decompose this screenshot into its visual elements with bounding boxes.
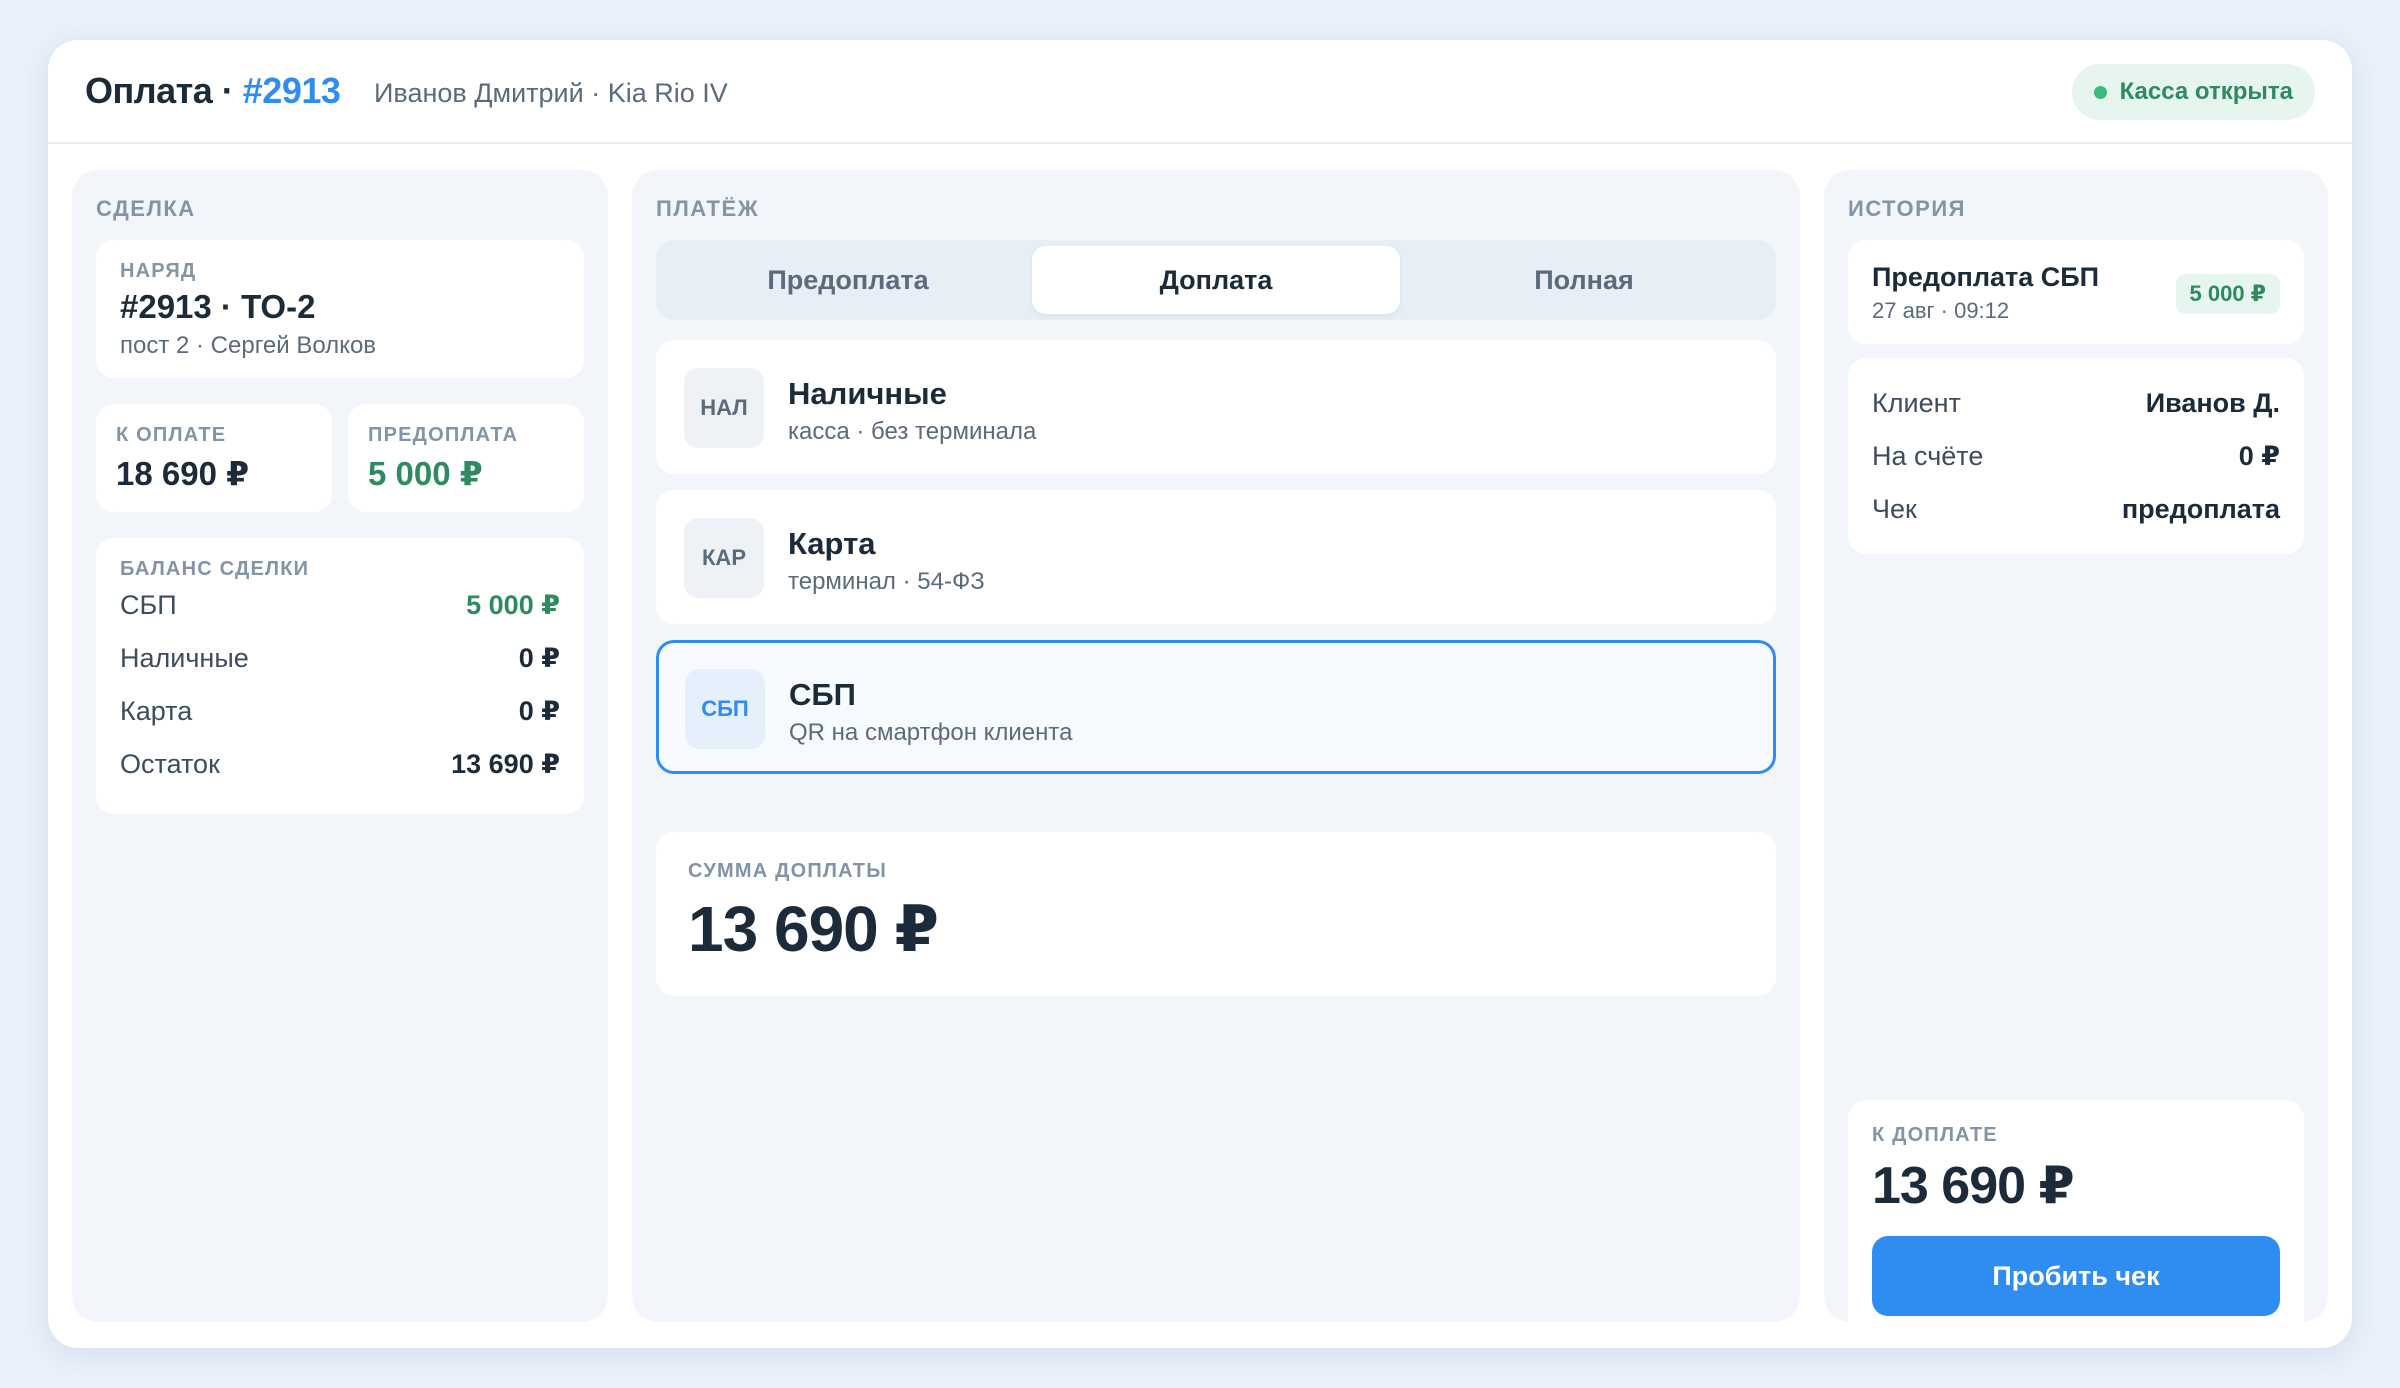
info-row-value: предоплата bbox=[2121, 494, 2280, 524]
sbp-badge-icon: СБП bbox=[685, 669, 765, 749]
cash-badge-icon: НАЛ bbox=[684, 368, 764, 448]
history-entry-amount-badge: 5 000 ₽ bbox=[2175, 274, 2280, 314]
tab-surcharge[interactable]: Доплата bbox=[1032, 246, 1400, 314]
method-title: СБП bbox=[789, 677, 856, 712]
deal-balance-card: БАЛАНС СДЕЛКИ СБП 5 000 ₽ Наличные 0 ₽ К… bbox=[96, 538, 584, 814]
deal-panel: СДЕЛКА НАРЯД #2913 · ТО-2 пост 2 · Серге… bbox=[72, 170, 608, 1322]
due-value: 13 690 ₽ bbox=[1872, 1157, 2075, 1215]
method-subtitle: касса · без терминала bbox=[788, 418, 1037, 445]
info-row-value: 0 ₽ bbox=[2238, 441, 2280, 471]
info-row: Клиент Иванов Д. bbox=[1872, 388, 2280, 428]
history-entry[interactable]: Предоплата СБП 27 авг · 09:12 5 000 ₽ bbox=[1848, 240, 2304, 344]
balance-row: Наличные 0 ₽ bbox=[120, 643, 560, 683]
payment-panel: ПЛАТЁЖ Предоплата Доплата Полная НАЛ Нал… bbox=[632, 170, 1800, 1322]
balance-row-value: 0 ₽ bbox=[518, 696, 560, 726]
to-pay-card: К ОПЛАТЕ 18 690 ₽ bbox=[96, 404, 332, 512]
balance-row-value: 0 ₽ bbox=[518, 643, 560, 673]
balance-row: СБП 5 000 ₽ bbox=[120, 590, 560, 630]
balance-row-key: Наличные bbox=[120, 643, 249, 673]
info-row: Чек предоплата bbox=[1872, 494, 2280, 534]
payment-type-tabs: Предоплата Доплата Полная bbox=[656, 240, 1776, 320]
method-card[interactable]: КАР Карта терминал · 54-ФЗ bbox=[656, 490, 1776, 624]
info-row-key: Чек bbox=[1872, 494, 1917, 524]
surcharge-amount-label: СУММА ДОПЛАТЫ bbox=[688, 860, 887, 882]
info-row-key: На счёте bbox=[1872, 441, 1984, 471]
due-label: К ДОПЛАТЕ bbox=[1872, 1124, 1998, 1146]
surcharge-amount-card: СУММА ДОПЛАТЫ 13 690 ₽ bbox=[656, 832, 1776, 996]
surcharge-amount-value: 13 690 ₽ bbox=[688, 893, 939, 965]
balance-row-key: СБП bbox=[120, 590, 177, 620]
method-title: Наличные bbox=[788, 376, 947, 411]
balance-label: БАЛАНС СДЕЛКИ bbox=[120, 558, 310, 580]
history-entry-title: Предоплата СБП bbox=[1872, 262, 2100, 292]
to-pay-value: 18 690 ₽ bbox=[116, 455, 250, 492]
tab-prepayment[interactable]: Предоплата bbox=[664, 246, 1032, 314]
order-label: НАРЯД bbox=[120, 260, 197, 282]
balance-row: Карта 0 ₽ bbox=[120, 696, 560, 736]
register-status-badge: Касса открыта bbox=[2071, 64, 2315, 120]
prepaid-label: ПРЕДОПЛАТА bbox=[368, 424, 519, 446]
page-title: Оплата · #2913 bbox=[85, 70, 341, 112]
due-summary-card: К ДОПЛАТЕ 13 690 ₽ Пробить чек bbox=[1848, 1100, 2304, 1342]
method-cash[interactable]: НАЛ Наличные касса · без терминала bbox=[656, 340, 1776, 474]
method-subtitle: терминал · 54-ФЗ bbox=[788, 568, 985, 595]
prepaid-value: 5 000 ₽ bbox=[368, 455, 483, 492]
page-title-prefix: Оплата · bbox=[85, 70, 243, 111]
history-panel: ИСТОРИЯ Предоплата СБП 27 авг · 09:12 5 … bbox=[1824, 170, 2328, 1342]
info-row-key: Клиент bbox=[1872, 388, 1961, 418]
client-info-card: Клиент Иванов Д. На счёте 0 ₽ Чек предоп… bbox=[1848, 358, 2304, 554]
balance-row-value: 13 690 ₽ bbox=[451, 749, 560, 779]
register-status-label: Касса открыта bbox=[2119, 78, 2293, 105]
history-panel-title: ИСТОРИЯ bbox=[1848, 196, 1966, 221]
header: Оплата · #2913 Иванов Дмитрий · Kia Rio … bbox=[48, 40, 2352, 144]
method-sbp[interactable]: СБП СБП QR на смартфон клиента bbox=[656, 640, 1776, 774]
order-number-link[interactable]: #2913 bbox=[243, 70, 341, 111]
payment-window: Оплата · #2913 Иванов Дмитрий · Kia Rio … bbox=[48, 40, 2352, 1348]
method-subtitle: QR на смартфон клиента bbox=[789, 719, 1073, 746]
balance-row-key: Карта bbox=[120, 696, 193, 726]
status-dot-icon bbox=[2093, 86, 2107, 99]
tab-full[interactable]: Полная bbox=[1400, 246, 1768, 314]
client-vehicle-subtitle: Иванов Дмитрий · Kia Rio IV bbox=[374, 78, 728, 108]
order-meta: пост 2 · Сергей Волков bbox=[120, 332, 377, 359]
balance-row-value: 5 000 ₽ bbox=[466, 590, 560, 620]
history-entry-date: 27 авг · 09:12 bbox=[1872, 298, 2010, 323]
method-title: Карта bbox=[788, 526, 876, 561]
info-row: На счёте 0 ₽ bbox=[1872, 441, 2280, 481]
prepaid-card: ПРЕДОПЛАТА 5 000 ₽ bbox=[348, 404, 584, 512]
card-badge-icon: КАР bbox=[684, 518, 764, 598]
balance-row: Остаток 13 690 ₽ bbox=[120, 749, 560, 789]
to-pay-label: К ОПЛАТЕ bbox=[116, 424, 227, 446]
deal-panel-title: СДЕЛКА bbox=[96, 196, 196, 221]
print-receipt-button[interactable]: Пробить чек bbox=[1872, 1236, 2280, 1316]
payment-panel-title: ПЛАТЁЖ bbox=[656, 196, 760, 221]
order-card[interactable]: НАРЯД #2913 · ТО-2 пост 2 · Сергей Волко… bbox=[96, 240, 584, 378]
info-row-value: Иванов Д. bbox=[2145, 388, 2280, 418]
order-number: #2913 · ТО-2 bbox=[120, 288, 316, 325]
balance-row-key: Остаток bbox=[120, 749, 220, 779]
